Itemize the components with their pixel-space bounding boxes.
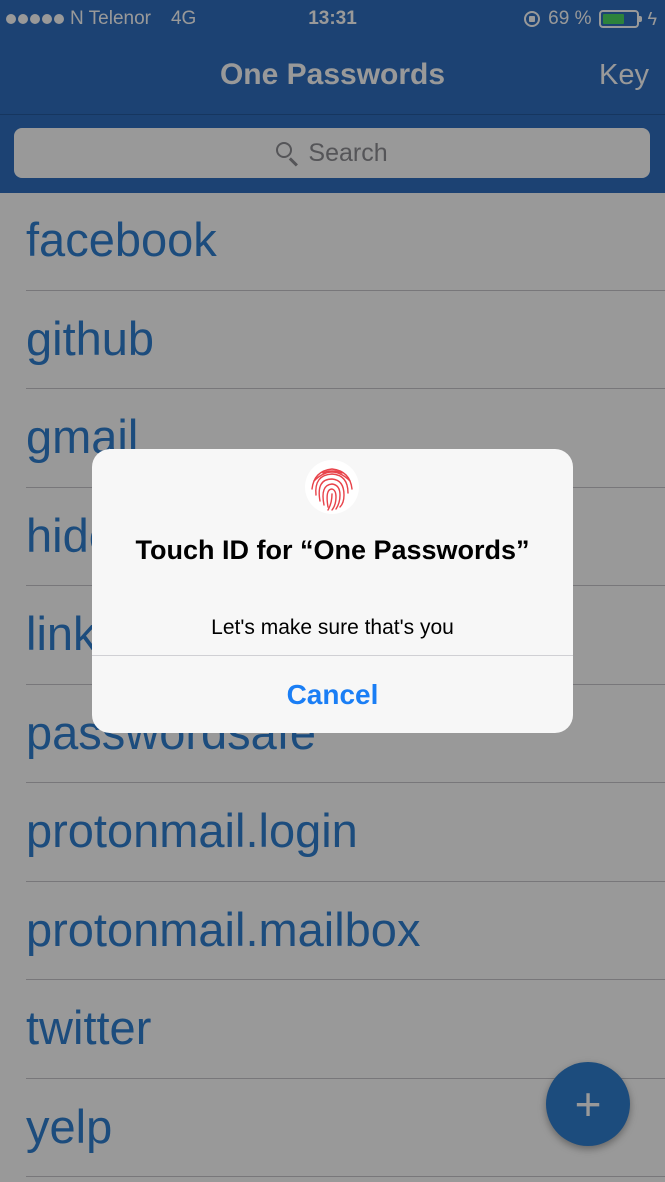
fingerprint-icon <box>305 460 359 514</box>
alert-title: Touch ID for “One Passwords” <box>135 535 530 565</box>
cancel-button[interactable]: Cancel <box>92 656 573 733</box>
alert-message: Let's make sure that's you <box>211 616 454 639</box>
touch-id-alert: Touch ID for “One Passwords” Let's make … <box>92 449 573 733</box>
app-screen: N Telenor 4G 13:31 69 % ϟ One Passwords … <box>0 0 665 1182</box>
